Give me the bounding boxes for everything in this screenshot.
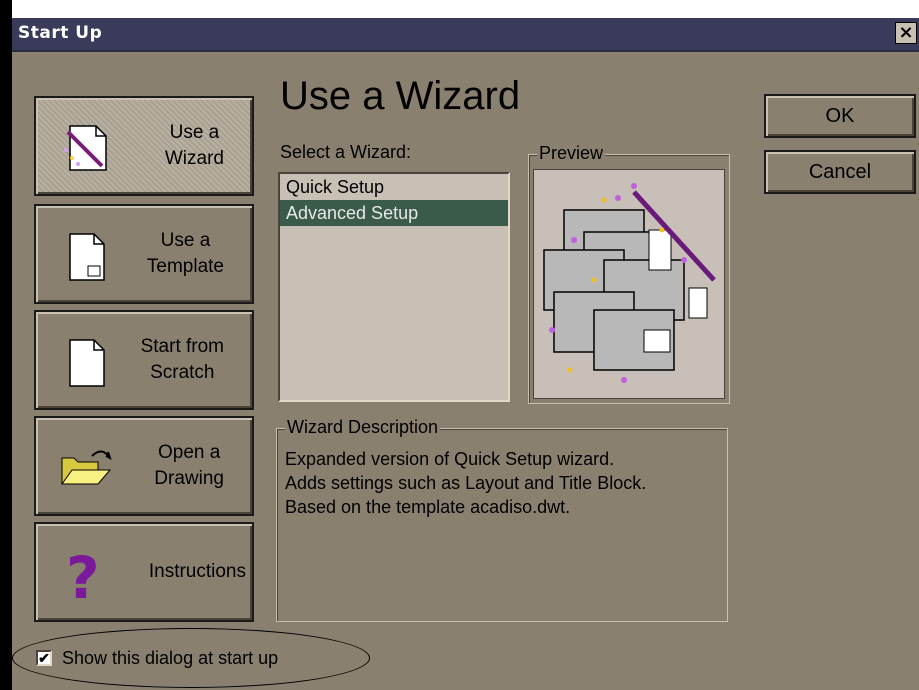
screen-left-edge [0, 0, 12, 690]
list-item-quick-setup[interactable]: Quick Setup [280, 174, 508, 200]
select-wizard-label: Select a Wizard: [280, 142, 412, 162]
description-title: Wizard Description [285, 417, 441, 438]
wizard-description-text: Expanded version of Quick Setup wizard. … [285, 447, 646, 519]
list-item-advanced-setup[interactable]: Advanced Setup [280, 200, 508, 226]
show-dialog-checkbox[interactable]: ✔ [36, 650, 52, 666]
nav-use-a-wizard-button[interactable]: Use a Wizard [34, 96, 254, 196]
description-line: Expanded version of Quick Setup wizard. [285, 449, 615, 469]
blank-document-icon [69, 339, 105, 387]
question-mark-icon: ? [66, 546, 100, 602]
close-icon: × [898, 22, 914, 43]
ok-button[interactable]: OK [764, 94, 916, 138]
nav-label: Start from Scratch [140, 336, 224, 383]
startup-dialog: Start Up × Use a Wizard Use a Template S… [0, 0, 919, 690]
wizard-description-group: Wizard Description Expanded version of Q… [276, 417, 728, 622]
screen-top-edge [0, 0, 919, 18]
nav-use-a-template-button[interactable]: Use a Template [34, 204, 254, 304]
wizard-preview-image [533, 169, 725, 399]
template-document-icon [69, 233, 105, 281]
nav-instructions-button[interactable]: ? Instructions [34, 522, 254, 622]
open-folder-icon [61, 450, 112, 485]
svg-text:?: ? [66, 546, 100, 602]
nav-label: Use a Template [146, 230, 224, 277]
page-title: Use a Wizard [280, 74, 521, 118]
wizard-cards-illustration [543, 183, 716, 383]
nav-start-from-scratch-button[interactable]: Start from Scratch [34, 310, 254, 410]
nav-open-a-drawing-button[interactable]: Open a Drawing [34, 416, 254, 516]
window-title: Start Up [18, 23, 103, 43]
description-line: Based on the template acadiso.dwt. [285, 497, 571, 517]
preview-title: Preview [537, 143, 606, 164]
nav-label: Open a Drawing [154, 442, 224, 489]
preview-group: Preview [528, 143, 730, 404]
checkmark-icon: ✔ [38, 650, 50, 666]
close-button[interactable]: × [895, 22, 917, 44]
cancel-button[interactable]: Cancel [764, 150, 916, 194]
wizard-wand-icon [64, 125, 107, 171]
nav-label: Use a Wizard [164, 122, 224, 169]
show-dialog-label[interactable]: Show this dialog at start up [62, 648, 278, 669]
title-bar[interactable]: Start Up × [12, 18, 919, 52]
wizard-listbox[interactable]: Quick Setup Advanced Setup [278, 172, 510, 402]
nav-label: Instructions [148, 561, 246, 582]
description-line: Adds settings such as Layout and Title B… [285, 473, 647, 493]
